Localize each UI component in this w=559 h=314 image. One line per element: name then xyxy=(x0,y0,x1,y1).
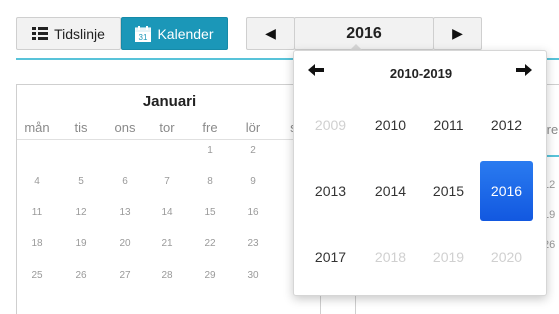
weekday-divider xyxy=(17,139,320,140)
year-cell[interactable]: 2020 xyxy=(480,227,533,287)
day-cell[interactable]: 14 xyxy=(145,207,189,218)
year-cell[interactable]: 2013 xyxy=(304,161,357,221)
day-cell[interactable]: 26 xyxy=(59,270,103,281)
day-cell[interactable]: 25 xyxy=(17,270,59,281)
day-cell[interactable]: 9 xyxy=(231,176,275,187)
day-cell[interactable]: 12 xyxy=(59,207,103,218)
day-cell[interactable]: 11 xyxy=(17,207,59,218)
day-cell[interactable]: 27 xyxy=(103,270,147,281)
calendar-icon: 31 xyxy=(135,25,152,42)
weekday-label: ons xyxy=(114,120,136,135)
day-cell[interactable]: 5 xyxy=(59,176,103,187)
day-cell[interactable]: 4 xyxy=(17,176,59,187)
day-cell[interactable]: 6 xyxy=(103,176,147,187)
left-arrow-icon: ◀ xyxy=(265,25,276,41)
year-cell[interactable]: 2011 xyxy=(422,95,475,155)
day-cell[interactable]: 2 xyxy=(231,145,275,156)
timeline-view-button[interactable]: Tidslinje xyxy=(16,17,121,50)
month-calendar-january: Januari måntisonstorfrelörsö 12345678911… xyxy=(16,84,321,314)
year-cell[interactable]: 2012 xyxy=(480,95,533,155)
calendar-label: Kalender xyxy=(157,25,214,42)
day-cell[interactable]: 7 xyxy=(145,176,189,187)
day-cell[interactable]: 18 xyxy=(17,238,59,249)
decade-title[interactable]: 2010-2019 xyxy=(294,66,548,81)
day-cell[interactable]: 21 xyxy=(145,238,189,249)
day-cell[interactable]: 13 xyxy=(103,207,147,218)
year-cell[interactable]: 2009 xyxy=(304,95,357,155)
day-cell[interactable]: 1 xyxy=(188,145,232,156)
next-year-button[interactable]: ▶ xyxy=(433,17,482,50)
calendar-view-button[interactable]: 31 Kalender xyxy=(121,17,228,50)
weekday-label: tis xyxy=(74,120,88,135)
year-picker-button[interactable]: 2016 xyxy=(294,17,434,50)
day-cell[interactable]: 16 xyxy=(231,207,275,218)
prev-year-button[interactable]: ◀ xyxy=(246,17,295,50)
day-cell[interactable]: 28 xyxy=(145,270,189,281)
day-cell[interactable]: 20 xyxy=(103,238,147,249)
day-cell[interactable]: 15 xyxy=(188,207,232,218)
arrow-right-icon xyxy=(516,64,532,76)
day-cell[interactable]: 19 xyxy=(59,238,103,249)
day-cell[interactable]: 29 xyxy=(188,270,232,281)
next-decade-button[interactable] xyxy=(514,63,534,81)
year-cell[interactable]: 2018 xyxy=(364,227,417,287)
current-year: 2016 xyxy=(346,24,382,42)
weekday-label: fre xyxy=(202,120,218,135)
list-icon xyxy=(32,26,49,41)
year-picker-popup: 2010-2019 2009 2010 2011 2012 2013 2014 2015 20… xyxy=(293,50,547,296)
day-cell[interactable]: 8 xyxy=(188,176,232,187)
year-cell[interactable]: 2017 xyxy=(304,227,357,287)
year-cell[interactable]: 2014 xyxy=(364,161,417,221)
right-arrow-icon: ▶ xyxy=(452,25,463,41)
svg-text:31: 31 xyxy=(139,33,148,42)
year-cell[interactable]: 2015 xyxy=(422,161,475,221)
weekday-label: tor xyxy=(159,120,175,135)
year-cell[interactable]: 2010 xyxy=(364,95,417,155)
month-title: Januari xyxy=(142,93,197,110)
weekday-label: mån xyxy=(24,120,50,135)
year-cell-selected[interactable]: 2016 xyxy=(480,161,533,221)
timeline-label: Tidslinje xyxy=(54,25,105,42)
weekday-label: lör xyxy=(245,120,261,135)
day-cell[interactable]: 22 xyxy=(188,238,232,249)
day-cell[interactable]: 30 xyxy=(231,270,275,281)
year-cell[interactable]: 2019 xyxy=(422,227,475,287)
day-cell[interactable]: 23 xyxy=(231,238,275,249)
